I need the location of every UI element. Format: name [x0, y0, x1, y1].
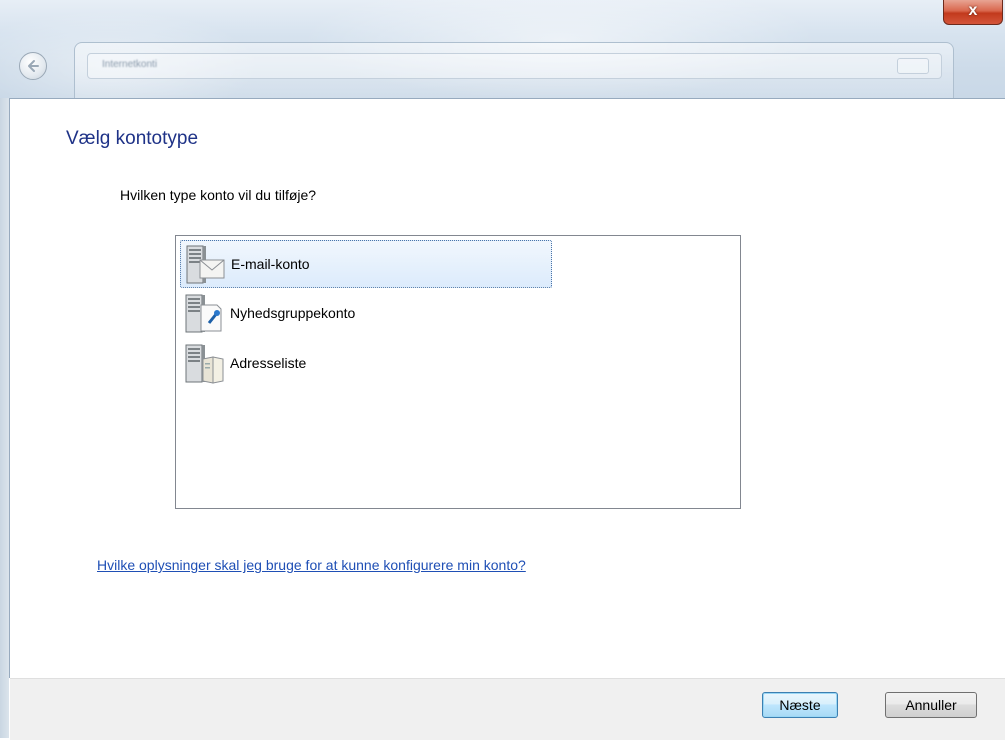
address-bar: Internetkonti: [87, 53, 942, 79]
footer-bar: Næste Annuller: [10, 678, 1005, 740]
list-item-label: Adresseliste: [230, 355, 307, 371]
account-type-question: Hvilken type konto vil du tilføje?: [120, 187, 317, 203]
title-bar: Internetkonti x: [0, 0, 1005, 98]
close-button[interactable]: x: [943, 0, 1003, 25]
next-button[interactable]: Næste: [762, 692, 838, 718]
directory-server-icon: [185, 344, 224, 384]
newsgroup-server-icon: [185, 294, 222, 333]
list-item-newsgroup-account[interactable]: Nyhedsgruppekonto: [180, 290, 550, 338]
address-frame: Internetkonti: [74, 42, 954, 98]
back-button[interactable]: [19, 52, 47, 80]
cancel-button[interactable]: Annuller: [885, 692, 977, 718]
page-title: Vælg kontotype: [66, 128, 199, 149]
list-item-email-account[interactable]: E-mail-konto: [180, 240, 552, 288]
close-icon: x: [968, 2, 978, 19]
list-item-label: E-mail-konto: [231, 256, 310, 272]
left-frame: [0, 98, 9, 738]
list-item-directory-service[interactable]: Adresseliste: [180, 340, 550, 388]
list-item-label: Nyhedsgruppekonto: [230, 305, 356, 321]
account-info-help-link[interactable]: Hvilke oplysninger skal jeg bruge for at…: [97, 557, 526, 573]
address-text: Internetkonti: [102, 59, 158, 70]
account-type-list[interactable]: E-mail-konto Nyhedsgruppekonto Adresseli…: [175, 235, 741, 509]
address-button: [897, 58, 929, 74]
back-arrow-icon: [28, 60, 39, 72]
email-server-icon: [186, 245, 225, 284]
